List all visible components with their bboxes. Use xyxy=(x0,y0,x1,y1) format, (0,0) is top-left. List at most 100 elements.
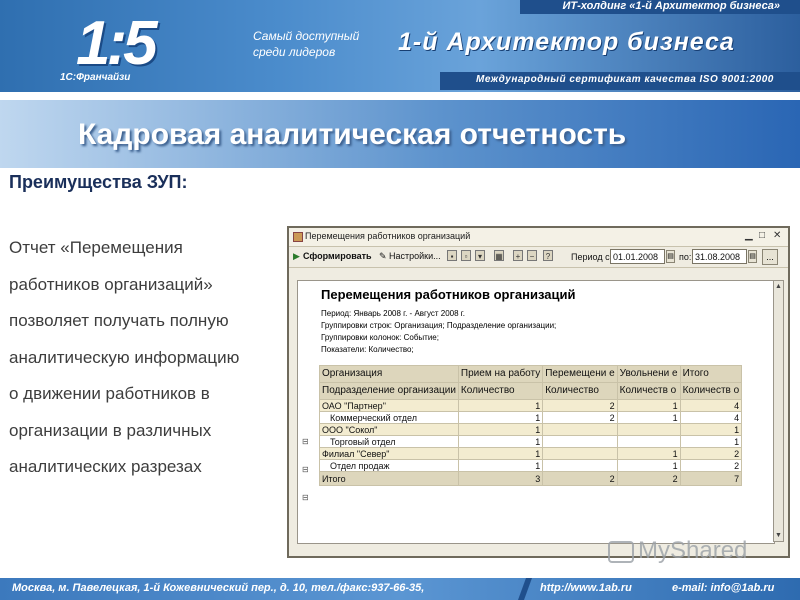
logo-caption: 1С:Франчайзи xyxy=(60,72,131,83)
report-table: Организация Прием на работу Перемещени е… xyxy=(319,365,743,486)
report-params: Период: Январь 2008 г. - Август 2008 г. … xyxy=(321,308,556,356)
table-header-row: Подразделение организации Количество Кол… xyxy=(319,382,743,400)
scroll-down-icon[interactable]: ▼ xyxy=(775,532,782,539)
row-name: Торговый отдел xyxy=(319,435,459,448)
column-header: Перемещени е xyxy=(542,365,618,383)
row-name: Отдел продаж xyxy=(319,459,459,472)
cell-total: 2 xyxy=(679,447,743,460)
help-icon[interactable]: ? xyxy=(543,250,553,261)
cell-total: 4 xyxy=(679,411,743,424)
settings-icon[interactable]: ✎ xyxy=(379,251,387,262)
table-row[interactable]: Филиал "Север" 1 1 2 xyxy=(319,447,743,460)
cell-hire: 1 xyxy=(457,447,544,460)
maximize-icon[interactable]: □ xyxy=(759,230,765,241)
window-titlebar: Перемещения работников организаций ▁ □ ✕ xyxy=(289,228,788,247)
cell-fire xyxy=(616,423,681,436)
row-name: ООО "Сокол" xyxy=(319,423,459,436)
watermark: MyShared xyxy=(608,537,747,565)
collapse-group-icon[interactable]: ⊟ xyxy=(302,493,309,502)
cell-fire xyxy=(616,435,681,448)
footer-website-link[interactable]: http://www.1ab.ru xyxy=(540,582,632,594)
row-name: Коммерческий отдел xyxy=(319,411,459,424)
footer-separator xyxy=(517,578,533,600)
description-line: работников организаций» xyxy=(9,274,213,294)
cell-total: 2 xyxy=(679,459,743,472)
close-icon[interactable]: ✕ xyxy=(773,230,781,241)
filter-icon[interactable]: ▾ xyxy=(475,250,485,261)
open-icon[interactable]: ▫ xyxy=(461,250,471,261)
settings-button[interactable]: Настройки... xyxy=(389,251,441,261)
description-line: Отчет «Перемещения xyxy=(9,238,183,257)
cell-total: 1 xyxy=(679,435,743,448)
footer-address: Москва, м. Павелецкая, 1-й Кожевнический… xyxy=(12,582,425,594)
description-line: аналитическую информацию xyxy=(9,347,240,367)
cell-hire: 1 xyxy=(457,399,544,412)
period-to-field[interactable]: 31.08.2008 xyxy=(692,249,747,264)
cell-hire: 1 xyxy=(457,423,544,436)
company-title: 1-й Архитектор бизнеса xyxy=(398,28,735,56)
slide-title-bar: Кадровая аналитическая отчетность xyxy=(0,100,800,168)
cell-move xyxy=(542,459,618,472)
period-select-button[interactable]: ... xyxy=(762,249,778,265)
save-icon[interactable]: ▪ xyxy=(447,250,457,261)
cell-total: 1 xyxy=(679,423,743,436)
table-row[interactable]: Коммерческий отдел 1 2 1 4 xyxy=(319,411,743,424)
expand-icon[interactable]: + xyxy=(513,250,523,261)
scroll-up-icon[interactable]: ▲ xyxy=(775,283,782,290)
minimize-icon[interactable]: ▁ xyxy=(745,230,753,241)
vertical-scrollbar[interactable]: ▲ ▼ xyxy=(773,280,784,542)
table-row[interactable]: Торговый отдел 1 1 xyxy=(319,435,743,448)
watermark-logo-icon xyxy=(608,540,634,563)
collapse-group-icon[interactable]: ⊟ xyxy=(302,465,309,474)
report-param-line: Период: Январь 2008 г. - Август 2008 г. xyxy=(321,309,465,318)
total-label: Итого xyxy=(319,471,459,486)
calendar-icon[interactable]: ▤ xyxy=(748,250,757,263)
watermark-text: MyShared xyxy=(638,537,748,564)
report-toolbar: ▶ Сформировать ✎ Настройки... ▪ ▫ ▾ ▦ + … xyxy=(289,247,788,268)
report-title: Перемещения работников организаций xyxy=(321,287,576,302)
company-logo: 1:5 xyxy=(54,6,254,78)
cell-move: 2 xyxy=(542,399,618,412)
row-name: ОАО "Партнер" xyxy=(319,399,459,412)
report-param-line: Группировки строк: Организация; Подразде… xyxy=(321,321,557,330)
calendar-icon[interactable]: ▤ xyxy=(666,250,675,263)
cell-fire: 1 xyxy=(616,411,681,424)
subheading: Преимущества ЗУП: xyxy=(9,172,188,192)
table-row[interactable]: Отдел продаж 1 1 2 xyxy=(319,459,743,472)
period-from-field[interactable]: 01.01.2008 xyxy=(610,249,665,264)
collapse-icon[interactable]: − xyxy=(527,250,537,261)
table-icon[interactable]: ▦ xyxy=(494,250,504,261)
cell-hire: 1 xyxy=(457,459,544,472)
report-sheet: Перемещения работников организаций Перио… xyxy=(297,280,775,544)
cell-hire: 1 xyxy=(457,411,544,424)
window-icon xyxy=(293,232,303,242)
footer-email-link[interactable]: e-mail: info@1ab.ru xyxy=(672,582,774,594)
certificate-text: Международный сертификат качества ISO 90… xyxy=(476,74,774,85)
description-text: Отчет «Перемещения работников организаци… xyxy=(9,230,284,486)
play-icon[interactable]: ▶ xyxy=(293,251,300,262)
table-row[interactable]: ООО "Сокол" 1 1 xyxy=(319,423,743,436)
table-header-row: Организация Прием на работу Перемещени е… xyxy=(319,365,743,383)
holding-name: ИТ-холдинг «1-й Архитектор бизнеса» xyxy=(562,0,780,12)
tagline: Самый доступный среди лидеров xyxy=(253,29,360,59)
generate-button[interactable]: Сформировать xyxy=(303,251,372,261)
report-window: Перемещения работников организаций ▁ □ ✕… xyxy=(287,226,790,558)
column-header: Прием на работу xyxy=(457,365,544,383)
column-header: Организация xyxy=(319,365,459,383)
table-row[interactable]: ОАО "Партнер" 1 2 1 4 xyxy=(319,399,743,412)
collapse-group-icon[interactable]: ⊟ xyxy=(302,437,309,446)
period-to-label: по: xyxy=(679,252,692,262)
header-banner: ИТ-холдинг «1-й Архитектор бизнеса» 1:5 … xyxy=(0,0,800,92)
description-line: позволяет получать полную xyxy=(9,311,229,330)
logo-mark: 1:5 xyxy=(76,9,158,78)
footer-bar: Москва, м. Павелецкая, 1-й Кожевнический… xyxy=(0,578,800,600)
cell-move xyxy=(542,447,618,460)
column-header: Количеств о xyxy=(679,382,743,400)
row-name: Филиал "Север" xyxy=(319,447,459,460)
total-move: 2 xyxy=(542,471,618,486)
total-fire: 2 xyxy=(616,471,681,486)
column-header: Количество xyxy=(457,382,544,400)
column-header: Итого xyxy=(679,365,743,383)
cell-move xyxy=(542,435,618,448)
cell-move xyxy=(542,423,618,436)
